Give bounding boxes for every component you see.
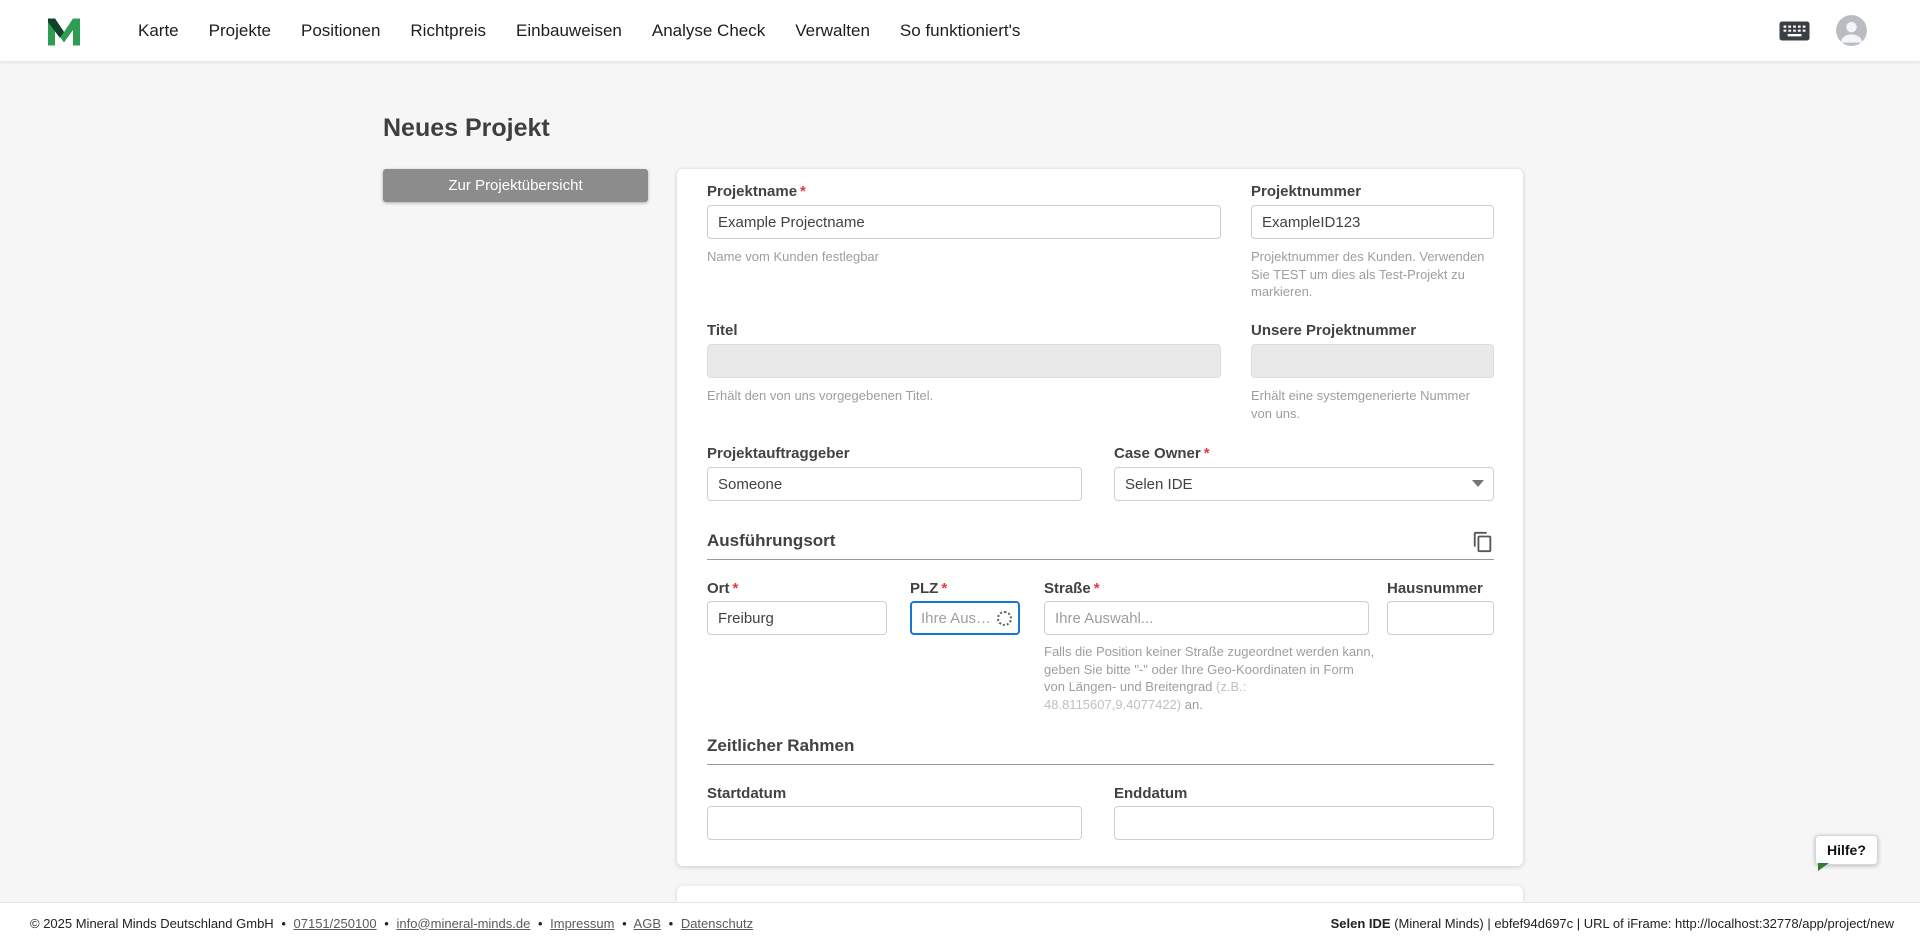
session-user: Selen IDE: [1331, 916, 1391, 931]
projektauftraggeber-input[interactable]: [707, 467, 1082, 501]
required-asterisk: *: [1204, 445, 1210, 462]
page-title: Neues Projekt: [383, 114, 550, 143]
main-navigation: Karte Projekte Positionen Richtpreis Ein…: [138, 0, 1020, 61]
titel-input: [707, 344, 1221, 378]
hausnummer-input[interactable]: [1387, 601, 1494, 635]
projektnummer-helper: Projektnummer des Kunden. Verwenden Sie …: [1251, 248, 1494, 301]
nav-item-projekte[interactable]: Projekte: [209, 21, 271, 41]
unsere-projektnummer-helper: Erhält eine systemgenerierte Nummer von …: [1251, 387, 1494, 422]
projektname-label: Projektname*: [707, 183, 806, 200]
enddatum-input[interactable]: [1114, 806, 1494, 840]
project-overview-button[interactable]: Zur Projektübersicht: [383, 169, 648, 202]
phone-link[interactable]: 07151/250100: [294, 916, 377, 931]
email-link[interactable]: info@mineral-minds.de: [396, 916, 530, 931]
footer: © 2025 Mineral Minds Deutschland GmbH • …: [0, 902, 1920, 943]
startdatum-label: Startdatum: [707, 785, 786, 802]
separator: •: [538, 916, 543, 931]
next-card-partial: [677, 886, 1523, 902]
new-project-form-card: Projektname* Projektnummer Name vom Kund…: [677, 169, 1523, 866]
loading-spinner-icon: [997, 611, 1012, 626]
case-owner-selected-value: Selen IDE: [1125, 476, 1193, 493]
top-nav-bar: Karte Projekte Positionen Richtpreis Ein…: [0, 0, 1920, 61]
section-ausfuehrungsort: Ausführungsort: [707, 521, 1494, 560]
projektnummer-label: Projektnummer: [1251, 183, 1361, 200]
logo-m-icon: [45, 12, 83, 49]
person-icon: [1836, 15, 1867, 46]
strasse-label: Straße*: [1044, 580, 1100, 597]
required-asterisk: *: [733, 580, 739, 597]
projektauftraggeber-label: Projektauftraggeber: [707, 445, 850, 462]
plz-field: [910, 601, 1020, 635]
startdatum-input[interactable]: [707, 806, 1082, 840]
required-asterisk: *: [1094, 580, 1100, 597]
footer-left: © 2025 Mineral Minds Deutschland GmbH • …: [30, 916, 757, 931]
nav-item-analyse-check[interactable]: Analyse Check: [652, 21, 765, 41]
separator: •: [669, 916, 674, 931]
session-details: (Mineral Minds) | ebfef94d697c | URL of …: [1391, 916, 1894, 931]
separator: •: [281, 916, 286, 931]
nav-item-verwalten[interactable]: Verwalten: [795, 21, 870, 41]
nav-item-positionen[interactable]: Positionen: [301, 21, 380, 41]
help-button[interactable]: Hilfe?: [1815, 835, 1878, 865]
unsere-projektnummer-input: [1251, 344, 1494, 378]
case-owner-select[interactable]: Selen IDE: [1114, 467, 1494, 501]
copy-icon[interactable]: [1472, 531, 1494, 553]
section-title: Zeitlicher Rahmen: [707, 736, 854, 756]
section-title: Ausführungsort: [707, 531, 835, 551]
projektname-helper: Name vom Kunden festlegbar: [707, 248, 1221, 266]
datenschutz-link[interactable]: Datenschutz: [681, 916, 753, 931]
nav-item-so-funktionierts[interactable]: So funktioniert's: [900, 21, 1020, 41]
hausnummer-label: Hausnummer: [1387, 580, 1483, 597]
case-owner-label: Case Owner*: [1114, 445, 1210, 462]
user-avatar[interactable]: [1836, 15, 1867, 46]
unsere-projektnummer-label: Unsere Projektnummer: [1251, 322, 1416, 339]
keyboard-icon[interactable]: [1779, 21, 1810, 46]
separator: •: [622, 916, 627, 931]
titel-label: Titel: [707, 322, 738, 339]
nav-item-karte[interactable]: Karte: [138, 21, 179, 41]
separator: •: [384, 916, 389, 931]
enddatum-label: Enddatum: [1114, 785, 1187, 802]
strasse-helper: Falls die Position keiner Straße zugeord…: [1044, 643, 1376, 713]
chevron-down-icon: [1472, 480, 1484, 487]
footer-session-info: Selen IDE (Mineral Minds) | ebfef94d697c…: [1331, 916, 1894, 931]
strasse-input[interactable]: [1044, 601, 1369, 635]
nav-item-richtpreis[interactable]: Richtpreis: [410, 21, 486, 41]
plz-label: PLZ*: [910, 580, 947, 597]
ort-input[interactable]: [707, 601, 887, 635]
ort-label: Ort*: [707, 580, 738, 597]
section-zeitlicher-rahmen: Zeitlicher Rahmen: [707, 729, 1494, 765]
nav-item-einbauweisen[interactable]: Einbauweisen: [516, 21, 622, 41]
required-asterisk: *: [941, 580, 947, 597]
mineral-minds-logo[interactable]: [45, 12, 83, 49]
agb-link[interactable]: AGB: [634, 916, 661, 931]
titel-helper: Erhält den von uns vorgegebenen Titel.: [707, 387, 1221, 405]
projektnummer-input[interactable]: [1251, 205, 1494, 239]
impressum-link[interactable]: Impressum: [550, 916, 614, 931]
required-asterisk: *: [800, 183, 806, 200]
copyright-text: © 2025 Mineral Minds Deutschland GmbH: [30, 916, 274, 931]
projektname-input[interactable]: [707, 205, 1221, 239]
